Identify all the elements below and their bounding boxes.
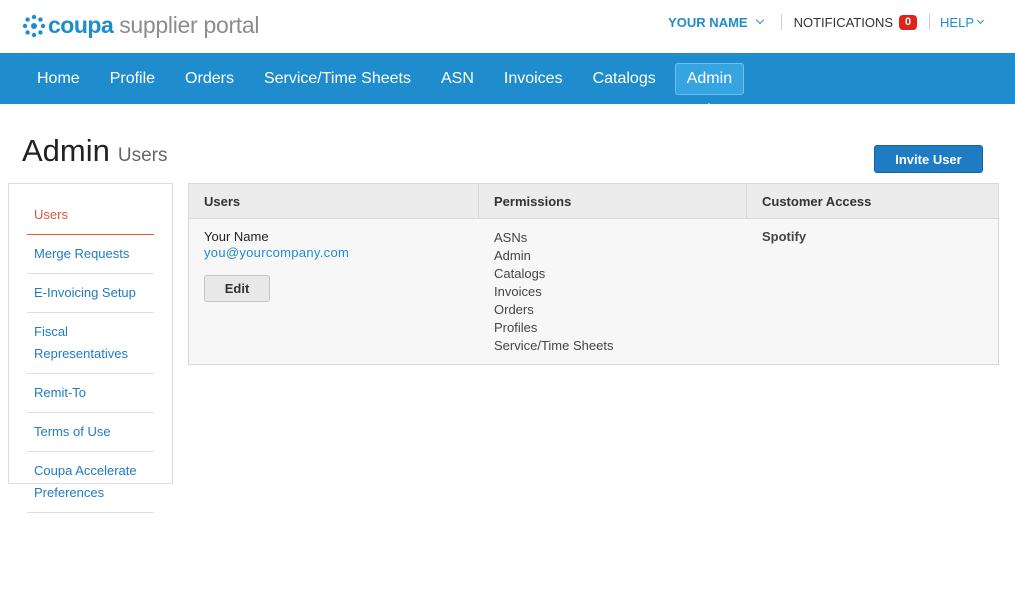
sidebar-item-coupa-accelerate-preferences[interactable]: Coupa Accelerate Preferences bbox=[27, 452, 154, 513]
customer-access-text: Spotify bbox=[762, 229, 983, 244]
permission-item: ASNs bbox=[494, 229, 732, 247]
page-subtitle: Users bbox=[118, 145, 168, 167]
divider bbox=[929, 14, 930, 30]
nav-invoices[interactable]: Invoices bbox=[493, 64, 574, 94]
help-label: HELP bbox=[940, 15, 974, 30]
main-nav: Home Profile Orders Service/Time Sheets … bbox=[0, 53, 1015, 104]
nav-profile[interactable]: Profile bbox=[99, 64, 166, 94]
permission-item: Invoices bbox=[494, 283, 732, 301]
admin-sidebar: Users Merge Requests E-Invoicing Setup F… bbox=[8, 183, 173, 484]
notifications-label: NOTIFICATIONS bbox=[794, 15, 893, 30]
user-email-link[interactable]: you@yourcompany.com bbox=[204, 245, 349, 260]
nav-asn[interactable]: ASN bbox=[430, 64, 485, 94]
nav-admin[interactable]: Admin bbox=[675, 63, 744, 95]
sidebar-item-merge-requests[interactable]: Merge Requests bbox=[27, 235, 154, 274]
sidebar-item-fiscal-representatives[interactable]: Fiscal Representatives bbox=[27, 313, 154, 374]
page-heading: Admin Users bbox=[22, 133, 168, 169]
column-header-users: Users bbox=[189, 184, 479, 218]
page-title: Admin bbox=[22, 133, 110, 169]
nav-home[interactable]: Home bbox=[26, 64, 91, 94]
notifications-link[interactable]: NOTIFICATIONS 0 bbox=[794, 15, 917, 30]
table-header: Users Permissions Customer Access bbox=[189, 184, 998, 219]
sidebar-item-e-invoicing-setup[interactable]: E-Invoicing Setup bbox=[27, 274, 154, 313]
invite-user-button[interactable]: Invite User bbox=[874, 145, 983, 173]
column-header-customer-access: Customer Access bbox=[747, 184, 998, 218]
user-cell: Your Name you@yourcompany.com Edit bbox=[189, 229, 479, 355]
edit-user-button[interactable]: Edit bbox=[204, 275, 270, 302]
nav-catalogs[interactable]: Catalogs bbox=[582, 64, 667, 94]
user-name: YOUR NAME bbox=[668, 15, 747, 30]
logo-subtitle-text: supplier portal bbox=[119, 12, 259, 39]
top-header: coupa supplier portal YOUR NAME NOTIFICA… bbox=[0, 0, 1015, 53]
permission-item: Admin bbox=[494, 247, 732, 265]
permission-item: Service/Time Sheets bbox=[494, 337, 732, 355]
notifications-badge: 0 bbox=[899, 15, 917, 30]
coupa-logo[interactable]: coupa supplier portal bbox=[22, 12, 259, 39]
permission-item: Orders bbox=[494, 301, 732, 319]
nav-orders[interactable]: Orders bbox=[174, 64, 245, 94]
sidebar-item-users[interactable]: Users bbox=[27, 196, 154, 235]
customer-access-cell: Spotify bbox=[747, 229, 998, 355]
chevron-down-icon bbox=[755, 16, 763, 24]
column-header-permissions: Permissions bbox=[479, 184, 747, 218]
logo-brand-text: coupa bbox=[48, 12, 113, 39]
sidebar-item-terms-of-use[interactable]: Terms of Use bbox=[27, 413, 154, 452]
sidebar-item-remit-to[interactable]: Remit-To bbox=[27, 374, 154, 413]
top-right-menu: YOUR NAME NOTIFICATIONS 0 HELP bbox=[668, 14, 983, 30]
nav-service-time-sheets[interactable]: Service/Time Sheets bbox=[253, 64, 422, 94]
divider bbox=[781, 14, 782, 30]
chevron-down-icon bbox=[977, 16, 984, 23]
user-name-text: Your Name bbox=[204, 229, 464, 245]
help-menu[interactable]: HELP bbox=[940, 15, 983, 30]
user-menu[interactable]: YOUR NAME bbox=[668, 15, 762, 30]
coupa-flower-icon bbox=[22, 14, 46, 38]
permissions-cell: ASNs Admin Catalogs Invoices Orders Prof… bbox=[479, 229, 747, 355]
permission-item: Profiles bbox=[494, 319, 732, 337]
permission-item: Catalogs bbox=[494, 265, 732, 283]
users-table: Users Permissions Customer Access Your N… bbox=[188, 183, 999, 365]
table-row: Your Name you@yourcompany.com Edit ASNs … bbox=[189, 219, 998, 364]
